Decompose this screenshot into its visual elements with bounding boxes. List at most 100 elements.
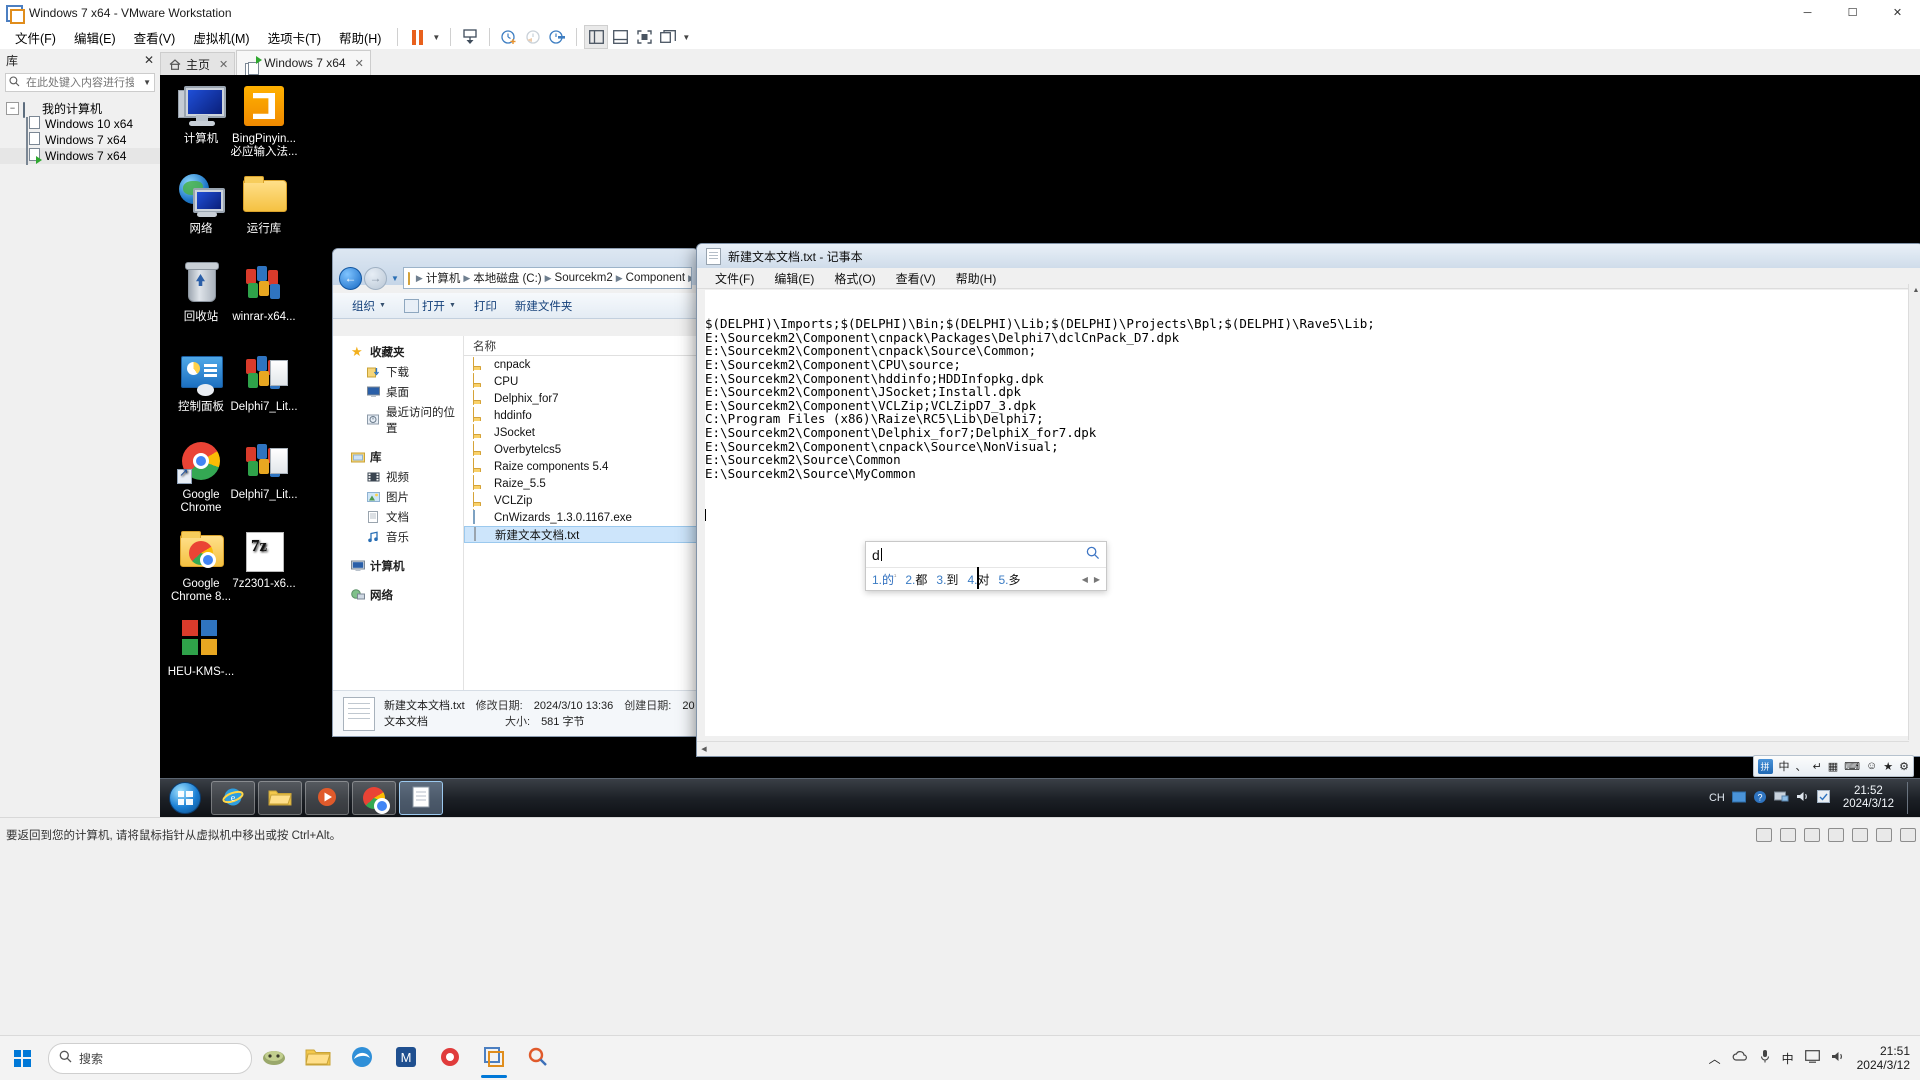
desktop-icon-7zip[interactable]: 7z 7z2301-x6... <box>226 527 302 591</box>
host-app-generic[interactable]: M <box>384 1036 428 1080</box>
screen-icon[interactable] <box>1804 1050 1820 1066</box>
back-button[interactable]: ← <box>339 266 362 290</box>
cd-drive-icon[interactable] <box>1780 828 1796 842</box>
menu-view[interactable]: 查看(V) <box>125 25 185 50</box>
file-explorer-window[interactable]: ← → ▼ ▶ 计算机 ▶ 本地磁盘 (C:) ▶ Sourcekm2 ▶ Co… <box>332 248 699 737</box>
show-library-icon[interactable] <box>584 25 609 49</box>
menu-help[interactable]: 帮助(H) <box>330 25 390 50</box>
host-app-file-explorer[interactable] <box>296 1036 340 1080</box>
volume-icon[interactable] <box>1831 1050 1846 1066</box>
host-app-record[interactable] <box>428 1036 472 1080</box>
tab-windows-7-x64[interactable]: Windows 7 x64 ✕ <box>236 50 371 77</box>
display-icon[interactable] <box>1900 828 1916 842</box>
menu-edit[interactable]: 编辑(E) <box>65 25 125 50</box>
ime-mode-label[interactable]: 中 <box>1779 758 1790 774</box>
tray-network-icon[interactable] <box>1773 790 1789 806</box>
collapse-icon[interactable]: − <box>6 101 19 115</box>
printer-icon[interactable] <box>1876 828 1892 842</box>
new-folder-button[interactable]: 新建文件夹 <box>506 298 582 314</box>
file-list-row[interactable]: CnWizards_1.3.0.1167.exe <box>464 509 698 526</box>
host-app-search[interactable] <box>516 1036 560 1080</box>
tray-language[interactable]: CH <box>1709 792 1725 804</box>
maximize-button[interactable]: ☐ <box>1830 0 1875 25</box>
nav-head-favorites[interactable]: ★ 收藏夹 <box>333 342 463 362</box>
host-app-edge[interactable] <box>340 1036 384 1080</box>
chevron-down-icon[interactable]: ▼ <box>143 78 151 87</box>
nav-item-pictures[interactable]: 图片 <box>333 487 463 507</box>
open-button[interactable]: 打开 ▼ <box>395 298 465 314</box>
ime-next-page-icon[interactable]: ▶ <box>1094 575 1100 584</box>
notepad-window[interactable]: 新建文本文档.txt - 记事本 文件(F) 编辑(E) 格式(O) 查看(V)… <box>696 243 1920 757</box>
host-search-box[interactable]: 搜索 <box>48 1042 252 1074</box>
snapshot-revert-icon[interactable] <box>521 25 545 49</box>
notepad-horizontal-scrollbar[interactable]: ◀ <box>697 741 1909 756</box>
scroll-left-icon[interactable]: ◀ <box>697 743 711 756</box>
notepad-menu-edit[interactable]: 编辑(E) <box>764 270 824 287</box>
nav-item-music[interactable]: 音乐 <box>333 527 463 547</box>
library-close-icon[interactable]: ✕ <box>144 53 154 67</box>
desktop-icon-runtime-folder[interactable]: 运行库 <box>226 172 302 236</box>
ime-candidate-3[interactable]: 3.到 <box>936 571 958 588</box>
magnifier-icon[interactable] <box>1086 546 1100 563</box>
tab-close-icon[interactable]: ✕ <box>355 57 364 70</box>
taskbar-file-explorer[interactable] <box>258 781 302 815</box>
ime-icon[interactable]: 拼 <box>1757 758 1773 774</box>
notepad-vertical-scrollbar[interactable]: ▲ <box>1908 284 1920 740</box>
full-screen-icon[interactable] <box>632 25 656 49</box>
tab-close-icon[interactable]: ✕ <box>219 58 228 71</box>
host-app-vmware[interactable] <box>472 1036 516 1080</box>
file-list-row[interactable]: VCLZip <box>464 492 698 523</box>
tray-volume-icon[interactable] <box>1796 790 1810 806</box>
breadcrumb-item-sourcekm2[interactable]: Sourcekm2 <box>555 272 613 284</box>
desktop-icon-delphi7-2[interactable]: Delphi7_Lit... <box>226 438 302 502</box>
ime-punct-icon[interactable]: 、 <box>1796 758 1807 774</box>
ime-candidate-window[interactable]: d 1.的¹ 2.都 3.到 4.对 5.多 ◀ ▶ <box>865 541 1107 591</box>
ime-candidate-1[interactable]: 1.的¹ <box>872 571 896 588</box>
ime-keyboard-icon[interactable]: ⌨ <box>1844 760 1860 773</box>
column-header-name[interactable]: 名称 <box>464 336 698 356</box>
ime-panel-icon[interactable]: ▦ <box>1828 760 1838 773</box>
menu-tabs[interactable]: 选项卡(T) <box>259 25 330 50</box>
desktop-icon-bing-pinyin[interactable]: BingPinyin... 必应输入法... <box>226 82 302 159</box>
sound-card-icon[interactable] <box>1852 828 1868 842</box>
close-button[interactable]: ✕ <box>1875 0 1920 25</box>
tab-home[interactable]: 主页 ✕ <box>160 52 236 75</box>
chevron-up-icon[interactable]: ︿ <box>1709 1050 1721 1067</box>
nav-item-recent-places[interactable]: 最近访问的位置 <box>333 402 463 438</box>
unity-mode-icon[interactable] <box>656 25 680 49</box>
breadcrumb-item-local-disk[interactable]: 本地磁盘 (C:) <box>473 270 541 286</box>
sidebar-item-windows-7-x64-1[interactable]: Windows 7 x64 <box>0 132 160 149</box>
snapshot-take-icon[interactable] <box>497 25 521 49</box>
guest-clock[interactable]: 21:52 2024/3/12 <box>1837 785 1900 811</box>
breadcrumb-item-component[interactable]: Component <box>626 272 685 284</box>
ime-language-bar[interactable]: 拼 中 、 ↵ ▦ ⌨ ☺ ★ ⚙ <box>1752 755 1914 777</box>
nav-head-computer[interactable]: 计算机 <box>333 556 463 576</box>
file-list-row[interactable]: Overbytelcs5 <box>464 441 698 472</box>
onedrive-icon[interactable] <box>1732 1050 1748 1066</box>
nav-head-network[interactable]: 网络 <box>333 585 463 605</box>
notepad-menu-view[interactable]: 查看(V) <box>886 270 946 287</box>
tray-ime-icon[interactable] <box>1731 790 1746 807</box>
file-list-row[interactable]: Raize components 5.4 <box>464 458 698 489</box>
recent-locations-icon[interactable]: ▼ <box>391 274 399 283</box>
desktop-icon-winrar[interactable]: winrar-x64... <box>226 260 302 324</box>
ime-enter-icon[interactable]: ↵ <box>1813 760 1822 773</box>
ime-candidate-2[interactable]: 2.都 <box>905 571 927 588</box>
notepad-menu-help[interactable]: 帮助(H) <box>946 270 1007 287</box>
nav-item-videos[interactable]: 视频 <box>333 467 463 487</box>
nav-item-desktop[interactable]: 桌面 <box>333 382 463 402</box>
host-clock[interactable]: 21:51 2024/3/12 <box>1857 1044 1910 1072</box>
desktop-icon-delphi7-1[interactable]: Delphi7_Lit... <box>226 350 302 414</box>
ime-prev-page-icon[interactable]: ◀ <box>1082 575 1088 584</box>
preferences-caret-icon[interactable]: ▼ <box>680 25 692 49</box>
dropdown-caret-icon[interactable]: ▼ <box>429 25 443 49</box>
sidebar-item-windows-10-x64[interactable]: Windows 10 x64 <box>0 116 160 133</box>
scroll-up-icon[interactable]: ▲ <box>1909 284 1920 297</box>
taskbar-internet-explorer[interactable]: e <box>211 781 255 815</box>
host-app-cortana[interactable] <box>252 1036 296 1080</box>
taskbar-chrome[interactable] <box>352 781 396 815</box>
file-list-row[interactable]: JSocket <box>464 424 698 455</box>
network-adapter-icon[interactable] <box>1804 828 1820 842</box>
explorer-file-list[interactable]: 名称 cnpack CPU Delphix_for7 hddinfo JSocket Ov… <box>464 336 698 691</box>
taskbar-media-player[interactable] <box>305 781 349 815</box>
